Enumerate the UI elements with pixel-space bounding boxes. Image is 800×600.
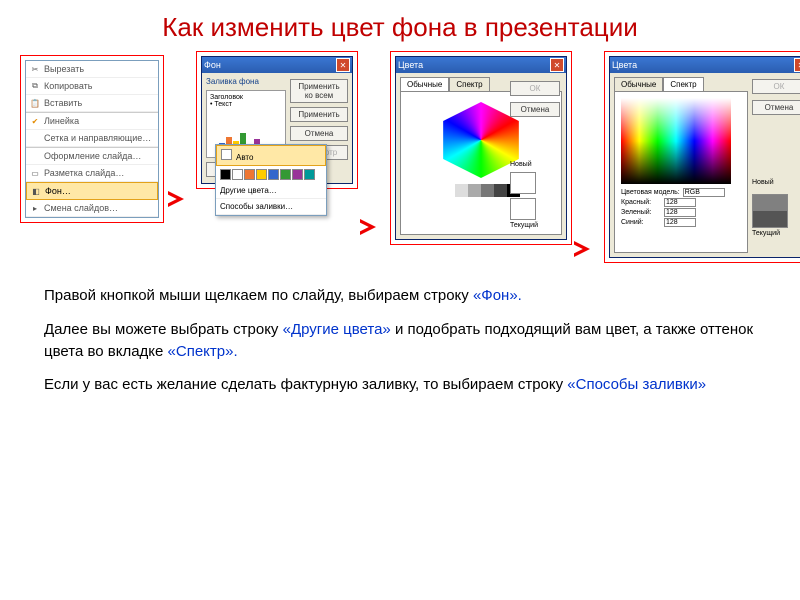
spectrum-picker[interactable] [621,98,731,184]
panel-colors-standard: Цвета✕ Обычные Спектр ОК Отмена [390,51,572,245]
colors-standard-dialog: Цвета✕ Обычные Спектр ОК Отмена [395,56,567,240]
panel-context-menu: ✂Вырезать ⧉Копировать 📋Вставить ✔Линейка… [20,55,164,223]
arrow-icon [574,241,590,257]
arrow-icon [360,219,376,235]
panel-colors-spectrum: Цвета✕ Обычные Спектр Цветовая модель: К… [604,51,800,263]
tab-standard[interactable]: Обычные [400,77,449,91]
check-icon: ✔ [26,114,44,128]
menu-item-design[interactable]: Оформление слайда… [26,148,158,165]
panel-fill-dialog: Фон✕ Заливка фона Заголовок • Текст ▾ Пр… [196,51,358,189]
group-label: Заливка фона [206,77,286,86]
copy-icon: ⧉ [26,79,44,93]
model-label: Цветовая модель: [621,189,680,196]
page-title: Как изменить цвет фона в презентации [0,0,800,51]
menu-item-cut[interactable]: ✂Вырезать [26,61,158,78]
dropdown-other-colors[interactable]: Другие цвета… [216,183,326,199]
menu-item-transition[interactable]: ▸Смена слайдов… [26,200,158,217]
fill-icon: ◧ [27,184,45,198]
red-input[interactable] [664,198,696,207]
new-label: Новый [752,179,800,186]
titlebar: Фон✕ [202,57,352,73]
dropdown-auto[interactable]: Авто [216,145,326,166]
cancel-button[interactable]: Отмена [290,126,348,141]
paste-icon: 📋 [26,96,44,110]
tab-spectrum[interactable]: Спектр [449,77,489,91]
tab-spectrum[interactable]: Спектр [663,77,703,91]
cancel-button[interactable]: Отмена [510,102,560,117]
menu-item-ruler[interactable]: ✔Линейка [26,113,158,130]
apply-all-button[interactable]: Применить ко всем [290,79,348,103]
colors-spectrum-dialog: Цвета✕ Обычные Спектр Цветовая модель: К… [609,56,800,258]
context-menu: ✂Вырезать ⧉Копировать 📋Вставить ✔Линейка… [25,60,159,218]
description: Правой кнопкой мыши щелкаем по слайду, в… [0,263,800,396]
arrow-icon [168,191,184,207]
cancel-button[interactable]: Отмена [752,100,800,115]
ok-button[interactable]: ОК [752,79,800,94]
close-icon[interactable]: ✕ [336,58,350,72]
new-swatch [510,172,536,194]
menu-item-layout[interactable]: ▭Разметка слайда… [26,165,158,182]
menu-item-paste[interactable]: 📋Вставить [26,95,158,112]
blue-input[interactable] [664,218,696,227]
current-label: Текущий [752,230,800,237]
dropdown-swatches[interactable] [216,166,326,183]
menu-item-grid[interactable]: Сетка и направляющие… [26,130,158,147]
green-input[interactable] [664,208,696,217]
ok-button[interactable]: ОК [510,81,560,96]
swatch-compare [752,194,788,228]
close-icon[interactable]: ✕ [550,58,564,72]
menu-item-copy[interactable]: ⧉Копировать [26,78,158,95]
current-swatch [510,198,536,220]
apply-button[interactable]: Применить [290,107,348,122]
model-select[interactable] [683,188,725,197]
transition-icon: ▸ [26,201,44,215]
color-dropdown: Авто Другие цвета… Способы заливки… [215,144,327,216]
close-icon[interactable]: ✕ [794,58,800,72]
dropdown-fill-effects[interactable]: Способы заливки… [216,199,326,215]
menu-item-background[interactable]: ◧Фон… [26,182,158,200]
current-label: Текущий [510,222,560,229]
tab-standard[interactable]: Обычные [614,77,663,91]
panels-row: ✂Вырезать ⧉Копировать 📋Вставить ✔Линейка… [0,51,800,263]
cut-icon: ✂ [26,62,44,76]
new-label: Новый [510,161,560,168]
layout-icon: ▭ [26,166,44,180]
